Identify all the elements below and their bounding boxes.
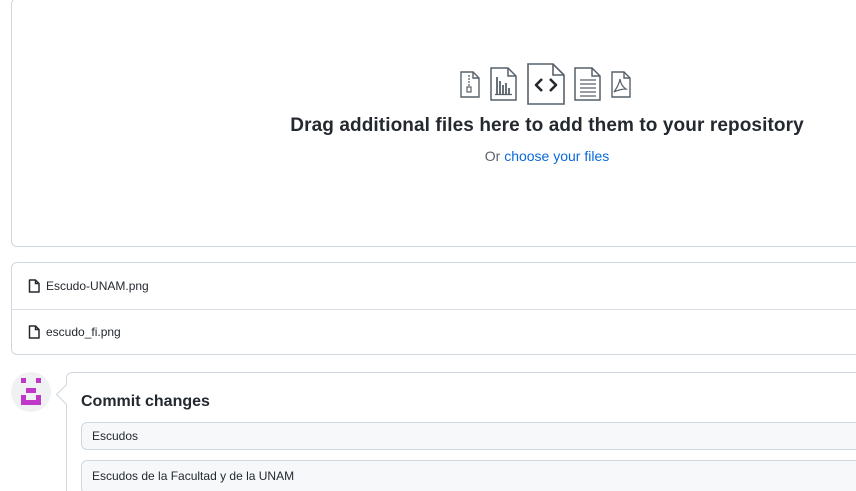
commit-description-input[interactable]: Escudos de la Facultad y de la UNAM (81, 460, 856, 491)
file-pdf-icon (611, 71, 631, 98)
file-name: escudo_fi.png (46, 325, 121, 339)
identicon-avatar (21, 378, 41, 405)
file-zip-icon (460, 71, 480, 98)
commit-changes-box: Commit changes Escudos de la Facultad y … (66, 372, 856, 491)
file-row: escudo_fi.png (12, 309, 856, 355)
commit-title: Commit changes (81, 393, 210, 410)
drop-zone-subtitle: Or choose your files (12, 148, 856, 164)
drop-zone-subtitle-prefix: Or (484, 148, 505, 164)
drop-zone-title: Drag additional files here to add them t… (290, 115, 804, 136)
commit-summary-input[interactable] (81, 422, 856, 450)
file-icon (28, 325, 40, 339)
avatar[interactable] (11, 372, 51, 412)
uploaded-file-list: Escudo-UNAM.png escudo_fi.png (11, 262, 856, 355)
file-type-icons (458, 61, 633, 107)
choose-files-link[interactable]: choose your files (504, 148, 609, 164)
file-icon (28, 279, 40, 293)
file-text-icon (574, 67, 601, 101)
file-name: Escudo-UNAM.png (46, 279, 149, 293)
upload-page: Drag additional files here to add them t… (0, 0, 856, 491)
file-chart-icon (490, 67, 517, 101)
file-code-icon (527, 63, 565, 105)
file-row: Escudo-UNAM.png (12, 263, 856, 310)
file-drop-zone[interactable]: Drag additional files here to add them t… (11, 0, 856, 247)
